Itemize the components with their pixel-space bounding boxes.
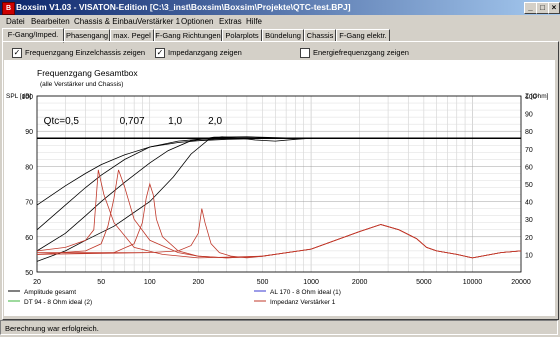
y-tick-label: 50 <box>25 270 33 277</box>
legend-label: Amplitude gesamt <box>24 289 76 296</box>
y2-tick-label: 70 <box>525 147 533 154</box>
window-title: Boxsim V1.03 - VISATON-Edition [C:\3_ins… <box>16 2 351 12</box>
series-line <box>36 208 522 259</box>
menu-hilfe[interactable]: Hilfe <box>246 17 262 26</box>
y2-tick-label: 60 <box>525 164 533 171</box>
chart-title: Frequenzgang Gesamtbox <box>37 68 138 78</box>
y-tick-label: 60 <box>25 235 33 242</box>
menu-datei[interactable]: Datei <box>6 17 25 26</box>
menu-bearbeiten[interactable]: Bearbeiten <box>31 17 70 26</box>
checkbox-energiefrequenzgang-box[interactable] <box>300 48 310 58</box>
close-button[interactable]: × <box>548 2 560 14</box>
checkbox-einzelchassis-label: Frequenzgang Einzelchassis zeigen <box>25 48 146 57</box>
x-tick-label: 500 <box>257 279 269 286</box>
legend-label: DT 94 - 8 Ohm ideal (2) <box>24 299 92 306</box>
x-tick-label: 50 <box>97 279 105 286</box>
checkbox-impedanzgang-label: Impedanzgang zeigen <box>168 48 242 57</box>
y2-tick-label: 20 <box>525 235 533 242</box>
y2-tick-label: 90 <box>525 112 533 119</box>
menu-extras[interactable]: Extras <box>219 17 242 26</box>
x-tick-label: 5000 <box>416 279 432 286</box>
frequency-response-chart: Frequenzgang Gesamtbox (alle Verstärker u… <box>6 68 549 306</box>
menu-optionen[interactable]: Optionen <box>181 17 213 26</box>
series-line <box>36 169 522 259</box>
y2-tick-label: 10 <box>525 252 533 259</box>
y-tick-label: 80 <box>25 164 33 171</box>
qtc-annotation: 2,0 <box>208 116 222 127</box>
x-tick-label: 1000 <box>303 279 319 286</box>
chart-subtitle: (alle Verstärker und Chassis) <box>40 81 123 88</box>
checkbox-impedanzgang-box[interactable]: ✓ <box>155 48 165 58</box>
y-tick-label: 90 <box>25 129 33 136</box>
qtc-annotation: 0,707 <box>120 116 145 127</box>
x-tick-label: 20 <box>33 279 41 286</box>
title-bar: B Boxsim V1.03 - VISATON-Edition [C:\3_i… <box>0 0 560 15</box>
x-tick-label: 100 <box>144 279 156 286</box>
menu-chassis-einbau[interactable]: Chassis & Einbau <box>74 17 137 26</box>
x-tick-label: 20000 <box>511 279 531 286</box>
tab-strip: F-Gang/Imped. Phasengang max. Pegel F-Ga… <box>0 28 560 43</box>
checkbox-einzelchassis-box[interactable]: ✓ <box>12 48 22 58</box>
menu-bar: Datei Bearbeiten Chassis & Einbau Verstä… <box>0 15 560 28</box>
y2-tick-label: 30 <box>525 217 533 224</box>
status-bar: Berechnung war erfolgreich. <box>0 320 558 335</box>
app-icon: B <box>2 2 15 15</box>
x-tick-label: 10000 <box>463 279 483 286</box>
series-line <box>36 136 521 252</box>
qtc-annotation: 1,0 <box>168 116 182 127</box>
y2-tick-label: 100 <box>525 94 537 101</box>
y-tick-label: 70 <box>25 200 33 207</box>
qtc-annotation: Qtc=0,5 <box>44 116 80 127</box>
series-line <box>36 137 521 231</box>
checkbox-energiefrequenzgang-label: Energiefrequenzgang zeigen <box>313 48 409 57</box>
y-tick-label: 100 <box>21 94 33 101</box>
series-line <box>36 136 521 262</box>
chart-area: Frequenzgang Gesamtbox (alle Verstärker u… <box>4 60 555 316</box>
x-tick-label: 200 <box>192 279 204 286</box>
legend-label: Impedanz Verstärker 1 <box>270 299 336 306</box>
plot-frame <box>36 95 522 273</box>
y2-tick-label: 40 <box>525 200 533 207</box>
y2-tick-label: 50 <box>525 182 533 189</box>
series-line <box>36 169 522 259</box>
y2-tick-label: 80 <box>525 129 533 136</box>
menu-verstaerker[interactable]: Verstärker 1 <box>137 17 180 26</box>
x-tick-label: 2000 <box>352 279 368 286</box>
legend-label: AL 170 - 8 Ohm ideal (1) <box>270 289 341 296</box>
